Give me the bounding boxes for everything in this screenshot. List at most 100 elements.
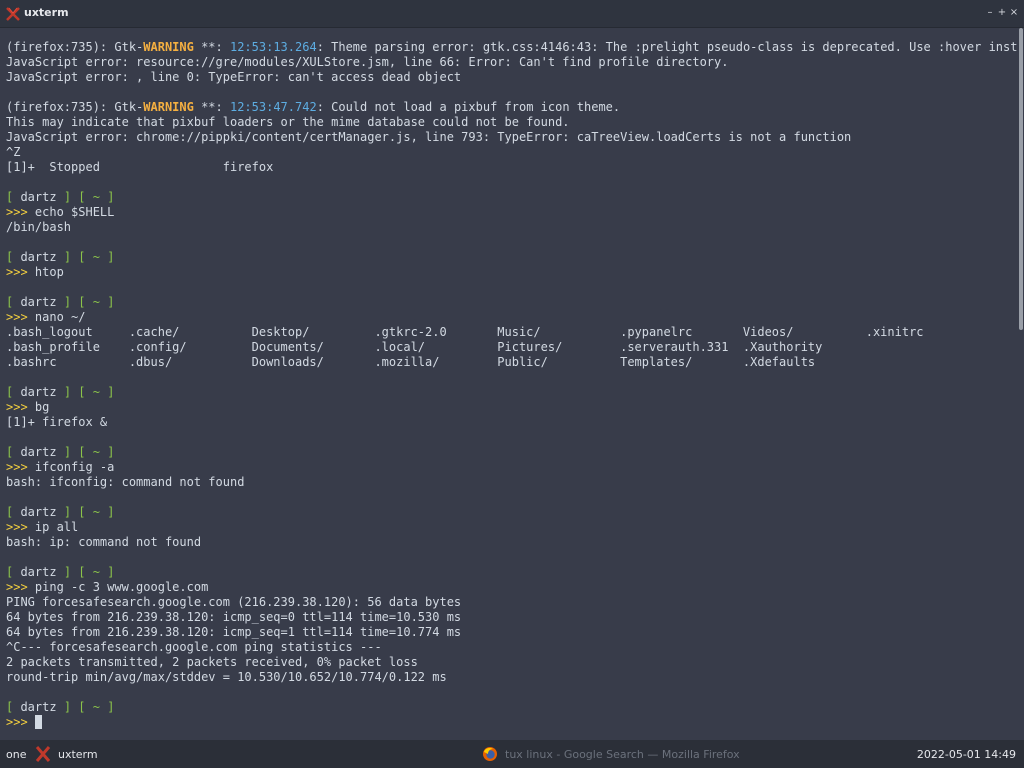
- terminal-chev-text: >>>: [6, 265, 28, 279]
- terminal-user-text: dartz: [13, 190, 64, 204]
- terminal-chev-text: >>>: [6, 715, 28, 729]
- terminal-chev-text: >>>: [6, 310, 28, 324]
- terminal-bracket-text: ]: [63, 505, 72, 519]
- terminal-text: /bin/bash: [6, 220, 72, 234]
- terminal-time-text: 12:53:47.742: [229, 100, 317, 114]
- terminal-line: >>> htop: [6, 265, 1018, 280]
- terminal-line: >>> ip all: [6, 520, 1018, 535]
- taskbar-item-uxterm[interactable]: uxterm: [58, 748, 98, 761]
- terminal-line: [ dartz ] [ ~ ]: [6, 295, 1018, 310]
- terminal-line: >>> bg: [6, 400, 1018, 415]
- terminal-text: JavaScript error: resource://gre/modules…: [6, 55, 729, 69]
- terminal-tilde-text: ~: [85, 700, 108, 714]
- clock: 2022-05-01 14:49: [916, 748, 1016, 761]
- terminal-text: ip all: [27, 520, 79, 534]
- terminal-line: round-trip min/avg/max/stddev = 10.530/1…: [6, 670, 1018, 685]
- terminal-bracket-text: ]: [107, 295, 115, 309]
- minimize-button[interactable]: –: [984, 6, 996, 20]
- terminal-bracket-text: ]: [63, 295, 72, 309]
- taskbar-item-firefox[interactable]: tux linux - Google Search — Mozilla Fire…: [505, 748, 740, 761]
- terminal-bracket-text: ]: [63, 565, 72, 579]
- terminal-line: [ dartz ] [ ~ ]: [6, 505, 1018, 520]
- terminal-bracket-text: ]: [107, 385, 115, 399]
- terminal-text: ^C--- forcesafesearch.google.com ping st…: [6, 640, 382, 654]
- terminal-tilde-text: ~: [85, 190, 108, 204]
- terminal-line: .bashrc .dbus/ Downloads/ .mozilla/ Publ…: [6, 355, 1018, 370]
- firefox-icon: [483, 747, 497, 761]
- terminal-text: round-trip min/avg/max/stddev = 10.530/1…: [6, 670, 447, 684]
- terminal-text: nano ~/: [27, 310, 86, 324]
- terminal-bracket-text: ]: [63, 250, 72, 264]
- terminal-line: PING forcesafesearch.google.com (216.239…: [6, 595, 1018, 610]
- terminal-bracket-text: ]: [63, 385, 72, 399]
- terminal-line: >>>: [6, 715, 1018, 730]
- terminal-bracket-text: [: [78, 385, 86, 399]
- terminal-line: bash: ifconfig: command not found: [6, 475, 1018, 490]
- terminal-chev-text: >>>: [6, 205, 28, 219]
- terminal-line: ^Z: [6, 145, 1018, 160]
- terminal-warn-text: WARNING: [143, 40, 194, 54]
- terminal-text: (firefox:735): Gtk-: [6, 100, 144, 114]
- terminal-text: (firefox:735): Gtk-: [6, 40, 144, 54]
- terminal-line: (firefox:735): Gtk-WARNING **: 12:53:47.…: [6, 100, 1018, 115]
- terminal-text: .bashrc .dbus/ Downloads/ .mozilla/ Publ…: [6, 355, 816, 369]
- terminal-text: .bash_profile .config/ Documents/ .local…: [6, 340, 823, 354]
- terminal-user-text: dartz: [13, 250, 64, 264]
- terminal-time-text: 12:53:13.264: [229, 40, 317, 54]
- terminal-text: echo $SHELL: [27, 205, 115, 219]
- terminal-line: >>> ifconfig -a: [6, 460, 1018, 475]
- terminal-text: 64 bytes from 216.239.38.120: icmp_seq=1…: [6, 625, 462, 639]
- terminal-line: [ dartz ] [ ~ ]: [6, 250, 1018, 265]
- terminal-line: .bash_profile .config/ Documents/ .local…: [6, 340, 1018, 355]
- terminal-tilde-text: ~: [85, 445, 108, 459]
- terminal-text: This may indicate that pixbuf loaders or…: [6, 115, 570, 129]
- terminal-bracket-text: [: [78, 445, 86, 459]
- terminal-text: : Theme parsing error: gtk.css:4146:43: …: [316, 40, 1018, 54]
- terminal-line: >>> nano ~/: [6, 310, 1018, 325]
- terminal-text: : Could not load a pixbuf from icon them…: [316, 100, 621, 114]
- terminal-line: [ dartz ] [ ~ ]: [6, 190, 1018, 205]
- workspace-label[interactable]: one: [6, 748, 26, 761]
- terminal-line: [ dartz ] [ ~ ]: [6, 445, 1018, 460]
- terminal-text: htop: [27, 265, 64, 279]
- terminal-line: [ dartz ] [ ~ ]: [6, 385, 1018, 400]
- title-bar[interactable]: uxterm – + ×: [0, 0, 1024, 28]
- terminal-tilde-text: ~: [85, 385, 108, 399]
- terminal-text: 2 packets transmitted, 2 packets receive…: [6, 655, 418, 669]
- terminal-line: 64 bytes from 216.239.38.120: icmp_seq=0…: [6, 610, 1018, 625]
- terminal-user-text: dartz: [13, 295, 64, 309]
- terminal-line: >>> echo $SHELL: [6, 205, 1018, 220]
- terminal-user-text: dartz: [13, 385, 64, 399]
- terminal-text: .bash_logout .cache/ Desktop/ .gtkrc-2.0…: [6, 325, 924, 339]
- x-logo-icon: [35, 746, 51, 762]
- terminal-bracket-text: [: [78, 565, 86, 579]
- terminal-line: 64 bytes from 216.239.38.120: icmp_seq=1…: [6, 625, 1018, 640]
- terminal-bracket-text: [: [78, 700, 86, 714]
- maximize-button[interactable]: +: [996, 6, 1008, 20]
- scrollbar-thumb[interactable]: [1019, 28, 1023, 330]
- terminal-text: bash: ip: command not found: [6, 535, 202, 549]
- scrollbar[interactable]: [1018, 28, 1024, 740]
- terminal-text: JavaScript error: chrome://pippki/conten…: [6, 130, 852, 144]
- terminal-line: JavaScript error: chrome://pippki/conten…: [6, 130, 1018, 145]
- terminal-bracket-text: ]: [107, 190, 115, 204]
- terminal-bracket-text: ]: [107, 250, 115, 264]
- terminal-tilde-text: ~: [85, 505, 108, 519]
- terminal-tilde-text: ~: [85, 250, 108, 264]
- terminal-line: >>> ping -c 3 www.google.com: [6, 580, 1018, 595]
- terminal-line: /bin/bash: [6, 220, 1018, 235]
- close-button[interactable]: ×: [1008, 6, 1020, 20]
- terminal-line: [1]+ Stopped firefox: [6, 160, 1018, 175]
- terminal-chev-text: >>>: [6, 460, 28, 474]
- terminal-line: bash: ip: command not found: [6, 535, 1018, 550]
- terminal-text: **:: [193, 100, 230, 114]
- terminal-output[interactable]: (firefox:735): Gtk-WARNING **: 12:53:13.…: [0, 28, 1018, 740]
